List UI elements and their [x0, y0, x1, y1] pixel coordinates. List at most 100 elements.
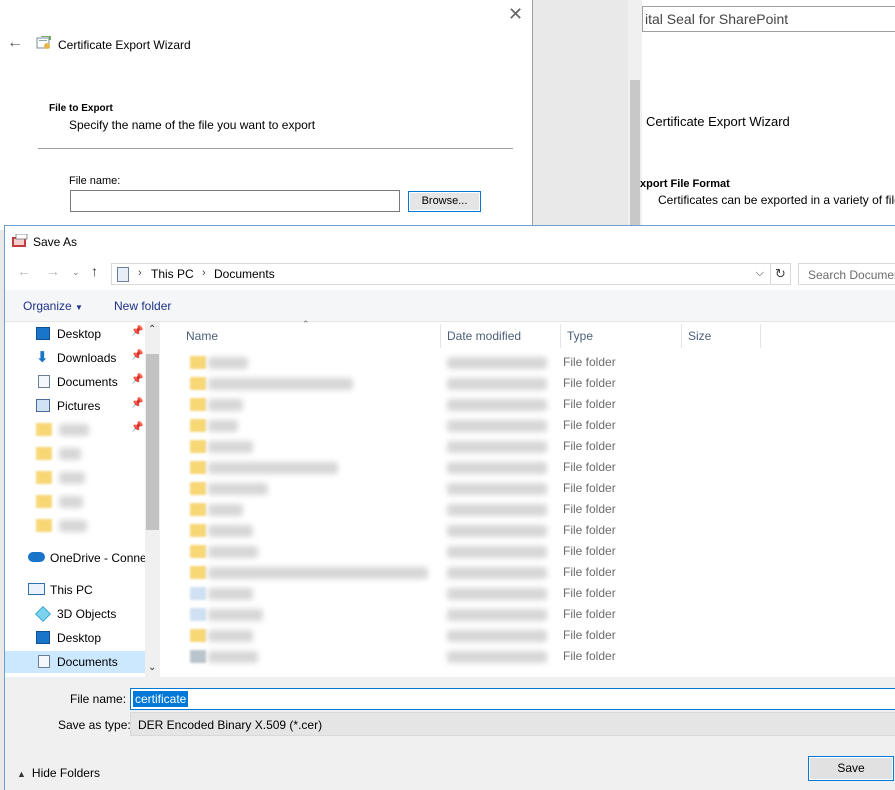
column-header-date-modified[interactable]: Date modified: [441, 324, 561, 348]
section-description: Certificates can be exported in a variet…: [658, 193, 895, 207]
nav-item-onedrive[interactable]: OneDrive - Conne: [5, 547, 147, 569]
redacted-date: [447, 567, 547, 579]
nav-item-desktop[interactable]: Desktop: [5, 627, 145, 649]
table-row[interactable]: File folder: [160, 625, 895, 646]
computer-icon: [28, 583, 45, 595]
back-icon[interactable]: ←: [17, 263, 31, 279]
music-icon: [190, 587, 206, 600]
redacted-date: [447, 630, 547, 642]
nav-item-documents[interactable]: Documents 📌: [5, 371, 145, 393]
close-icon[interactable]: ✕: [508, 4, 523, 25]
nav-item-blurred[interactable]: 📌: [5, 419, 145, 441]
column-header-name[interactable]: Name: [180, 324, 441, 348]
new-folder-button[interactable]: New folder: [114, 299, 171, 313]
table-row[interactable]: File folder: [160, 562, 895, 583]
recent-locations-icon[interactable]: ⌄: [72, 267, 80, 278]
folder-icon: [190, 629, 206, 642]
redacted-name: [208, 630, 253, 642]
pin-icon: 📌: [131, 350, 144, 361]
file-type: File folder: [563, 376, 616, 390]
nav-item-downloads[interactable]: ⬇ Downloads 📌: [5, 347, 145, 369]
refresh-icon[interactable]: ↻: [770, 264, 790, 284]
column-header-type[interactable]: Type: [561, 324, 682, 348]
navigation-pane: Desktop 📌 ⬇ Downloads 📌 Documents 📌 Pict…: [5, 322, 160, 677]
table-row[interactable]: File folder: [160, 457, 895, 478]
certificate-icon: [36, 36, 51, 49]
table-row[interactable]: File folder: [160, 478, 895, 499]
table-row[interactable]: File folder: [160, 394, 895, 415]
nav-item-blurred[interactable]: [5, 491, 145, 513]
redacted-date: [447, 462, 547, 474]
save-button[interactable]: Save: [808, 756, 894, 781]
table-row[interactable]: File folder: [160, 436, 895, 457]
chevron-down-icon[interactable]: ⌄: [148, 662, 156, 673]
nav-item-label: This PC: [50, 583, 93, 597]
breadcrumb-separator-icon[interactable]: ›: [202, 267, 206, 279]
table-row[interactable]: File folder: [160, 499, 895, 520]
folder-icon: [190, 419, 206, 432]
table-row[interactable]: File folder: [160, 352, 895, 373]
scrollbar[interactable]: [628, 0, 642, 230]
pictures-icon: [190, 608, 206, 621]
table-row[interactable]: File folder: [160, 415, 895, 436]
column-header-size[interactable]: Size: [682, 324, 761, 348]
hide-folders-button[interactable]: ▲ Hide Folders: [17, 766, 100, 780]
pin-icon: 📌: [131, 398, 144, 409]
forward-icon[interactable]: →: [46, 263, 60, 279]
folder-icon: [190, 461, 206, 474]
3d-objects-icon: [35, 606, 51, 622]
pictures-icon: [36, 399, 50, 412]
file-name-value: certificate: [133, 691, 189, 707]
folder-icon: [36, 471, 52, 484]
scrollbar-thumb[interactable]: [630, 80, 640, 230]
nav-item-label: Desktop: [57, 327, 102, 341]
nav-item-blurred[interactable]: [5, 443, 145, 465]
nav-item-3d-objects[interactable]: 3D Objects: [5, 603, 145, 625]
up-arrow-icon[interactable]: ↑: [91, 263, 98, 279]
breadcrumb-documents[interactable]: Documents: [214, 267, 275, 281]
redacted-name: [208, 609, 263, 621]
file-name-input[interactable]: [70, 190, 400, 212]
nav-item-pictures[interactable]: Pictures 📌: [5, 395, 145, 417]
nav-item-blurred[interactable]: [5, 467, 145, 489]
table-row[interactable]: File folder: [160, 583, 895, 604]
pin-icon: 📌: [131, 326, 144, 337]
table-row[interactable]: File folder: [160, 541, 895, 562]
chevron-down-icon[interactable]: ⌵: [756, 267, 764, 280]
chevron-up-icon[interactable]: ⌃: [148, 324, 156, 335]
file-type: File folder: [563, 439, 616, 453]
table-row[interactable]: File folder: [160, 604, 895, 625]
nav-item-blurred[interactable]: [5, 515, 145, 537]
save-type-select[interactable]: DER Encoded Binary X.509 (*.cer): [130, 712, 895, 736]
certificate-export-wizard: ✕ ← Certificate Export Wizard File to Ex…: [0, 0, 533, 230]
browse-button[interactable]: Browse...: [408, 191, 481, 212]
nav-item-this-pc[interactable]: This PC: [5, 579, 145, 601]
address-bar[interactable]: › This PC › Documents ⌵ ↻: [111, 263, 791, 285]
back-arrow-icon[interactable]: ←: [7, 34, 23, 52]
navigation-scrollbar[interactable]: ⌃ ⌄: [145, 322, 160, 677]
search-input[interactable]: Search Documents: [798, 263, 895, 285]
nav-item-desktop[interactable]: Desktop 📌: [5, 323, 145, 345]
folder-icon: [36, 423, 52, 436]
nav-item-label: Desktop: [57, 631, 102, 645]
file-name-label: File name:: [70, 692, 127, 706]
file-name-input[interactable]: certificate: [130, 688, 895, 710]
nav-item-documents-selected[interactable]: Documents: [5, 651, 145, 673]
redacted-date: [447, 609, 547, 621]
redacted-date: [447, 420, 547, 432]
breadcrumb-this-pc[interactable]: This PC: [151, 267, 194, 281]
nav-item-label: OneDrive - Conne: [50, 551, 147, 565]
table-row[interactable]: File folder: [160, 646, 895, 667]
redacted-date: [447, 525, 547, 537]
organize-button[interactable]: Organize ▼: [23, 299, 83, 313]
table-row[interactable]: File folder: [160, 373, 895, 394]
table-row[interactable]: File folder: [160, 520, 895, 541]
redacted-date: [447, 504, 547, 516]
scrollbar-thumb[interactable]: [146, 354, 159, 530]
sort-ascending-icon: ⌃: [302, 319, 310, 329]
wizard-title: Certificate Export Wizard: [646, 114, 790, 129]
breadcrumb-separator-icon[interactable]: ›: [138, 267, 142, 279]
pin-icon: 📌: [131, 374, 144, 385]
save-as-icon: [12, 234, 28, 247]
redacted-date: [447, 588, 547, 600]
